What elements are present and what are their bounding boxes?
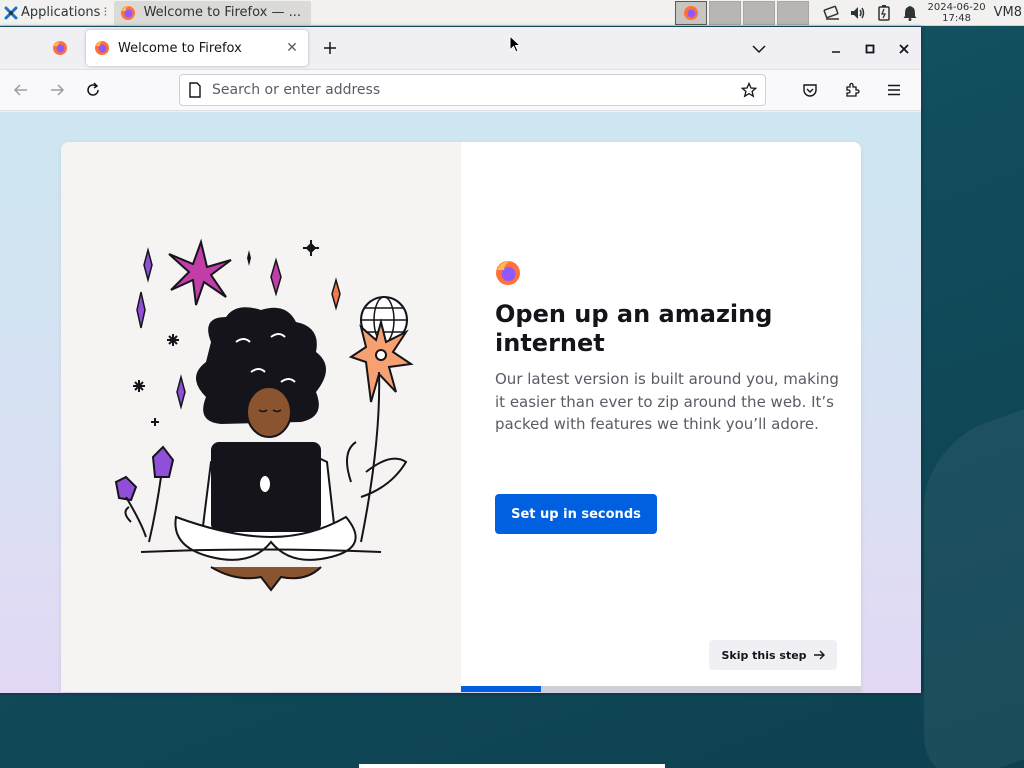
back-arrow-icon bbox=[13, 84, 27, 96]
close-tab-icon[interactable]: ✕ bbox=[284, 40, 300, 56]
tab-bar: Welcome to Firefox ✕ bbox=[0, 27, 921, 70]
new-tab-button[interactable] bbox=[316, 34, 344, 62]
firefox-icon bbox=[53, 41, 67, 55]
onboarding-text-panel: Open up an amazing internet Our latest v… bbox=[461, 142, 861, 692]
mouse-cursor-icon bbox=[509, 35, 522, 53]
puzzle-icon bbox=[846, 82, 860, 97]
volume-icon[interactable] bbox=[849, 4, 867, 22]
extensions-button[interactable] bbox=[837, 75, 867, 105]
separator-icon: ⁝ bbox=[103, 5, 108, 20]
clock-time: 17:48 bbox=[942, 12, 971, 24]
close-window-button[interactable] bbox=[887, 35, 921, 63]
onboarding-progress-bar bbox=[461, 686, 861, 692]
onboarding-progress-fill bbox=[461, 686, 541, 692]
applications-menu[interactable]: Applications ⁝ bbox=[0, 0, 112, 26]
workspace-1[interactable] bbox=[675, 0, 708, 25]
firefox-icon bbox=[95, 41, 109, 55]
forward-arrow-icon bbox=[51, 84, 65, 96]
plus-icon bbox=[324, 42, 336, 54]
page-content: Open up an amazing internet Our latest v… bbox=[0, 112, 921, 693]
workspace-switcher[interactable] bbox=[675, 0, 810, 26]
chevron-down-icon bbox=[752, 44, 766, 53]
top-panel: Applications ⁝ Welcome to Firefox — ... bbox=[0, 0, 1024, 26]
firefox-logo-icon bbox=[496, 261, 520, 285]
taskbar-firefox-window[interactable]: Welcome to Firefox — ... bbox=[113, 0, 311, 25]
minimize-button[interactable] bbox=[819, 35, 853, 63]
forward-button[interactable] bbox=[42, 75, 72, 105]
list-all-tabs-button[interactable] bbox=[744, 35, 774, 63]
maximize-button[interactable] bbox=[853, 35, 887, 63]
address-bar[interactable] bbox=[179, 74, 766, 106]
notification-bell-icon[interactable] bbox=[901, 4, 919, 22]
applications-label: Applications bbox=[21, 5, 101, 20]
workspace-4[interactable] bbox=[777, 0, 810, 25]
workspace-3[interactable] bbox=[743, 0, 776, 25]
flower-illustration bbox=[346, 318, 414, 543]
tab-welcome[interactable]: Welcome to Firefox ✕ bbox=[86, 30, 308, 66]
xfce-icon bbox=[4, 6, 18, 19]
back-button[interactable] bbox=[6, 75, 36, 105]
onboarding-description: Our latest version is built around you, … bbox=[495, 370, 839, 433]
firefox-icon bbox=[120, 5, 135, 20]
url-input[interactable] bbox=[212, 82, 731, 98]
desktop-bottom-indicator bbox=[359, 764, 665, 768]
pocket-icon bbox=[803, 84, 817, 97]
workspace-2[interactable] bbox=[709, 0, 742, 25]
task-title: Welcome to Firefox — ... bbox=[143, 5, 302, 20]
clock[interactable]: 2024-06-20 17:48 bbox=[927, 2, 985, 24]
desktop-decoration bbox=[924, 394, 1024, 768]
onboarding-card: Open up an amazing internet Our latest v… bbox=[61, 142, 861, 692]
person-with-laptop-illustration bbox=[114, 238, 414, 592]
reload-icon bbox=[87, 82, 99, 96]
purple-flowers-illustration bbox=[114, 445, 175, 543]
clock-date: 2024-06-20 bbox=[927, 1, 986, 13]
minimize-icon bbox=[832, 50, 840, 53]
pinned-tab[interactable] bbox=[38, 27, 82, 70]
bookmark-star-icon[interactable] bbox=[741, 82, 757, 98]
person-illustration bbox=[140, 307, 382, 592]
app-menu-button[interactable] bbox=[879, 75, 909, 105]
battery-icon[interactable] bbox=[875, 4, 893, 22]
reload-button[interactable] bbox=[78, 75, 108, 105]
illustration-panel bbox=[61, 142, 461, 692]
skip-step-button[interactable]: Skip this step bbox=[709, 640, 837, 670]
pocket-button[interactable] bbox=[795, 75, 825, 105]
firefox-icon bbox=[684, 5, 699, 20]
network-icon[interactable] bbox=[823, 4, 841, 22]
close-icon bbox=[899, 43, 909, 54]
system-tray bbox=[823, 0, 919, 26]
vm-label: VM8 bbox=[993, 5, 1022, 20]
hamburger-menu-icon bbox=[888, 84, 900, 96]
arrow-right-icon bbox=[813, 650, 825, 660]
navigation-toolbar bbox=[0, 70, 921, 111]
skip-step-label: Skip this step bbox=[721, 648, 807, 662]
page-icon bbox=[189, 82, 201, 98]
tab-title: Welcome to Firefox bbox=[118, 40, 242, 56]
onboarding-headline: Open up an amazing internet bbox=[495, 300, 773, 357]
maximize-icon bbox=[865, 44, 875, 53]
setup-button[interactable]: Set up in seconds bbox=[495, 494, 657, 534]
firefox-window: Welcome to Firefox ✕ Search or enter add… bbox=[0, 27, 921, 693]
